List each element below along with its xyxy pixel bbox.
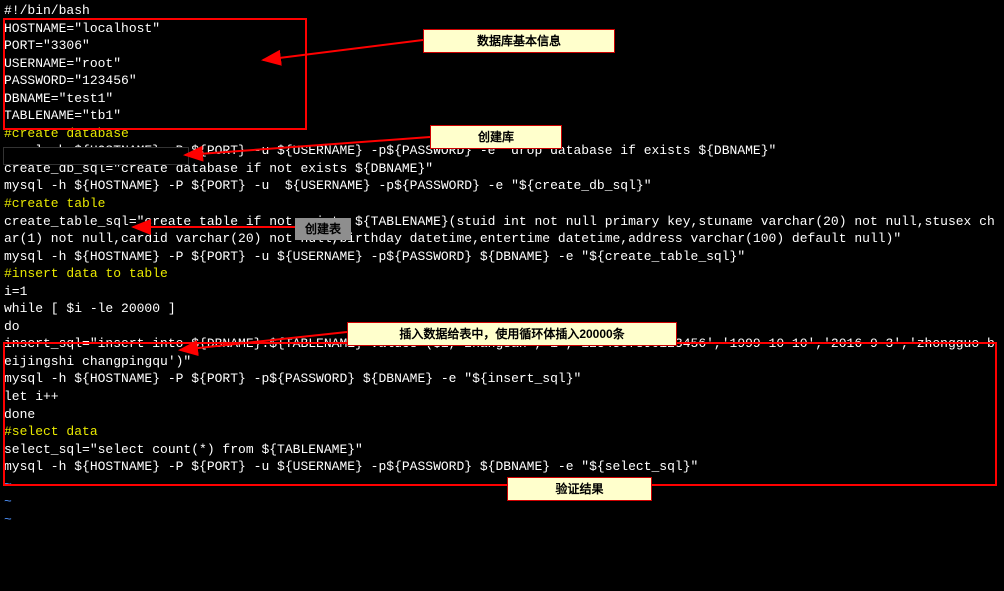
code-line: USERNAME="root" [4, 55, 1000, 73]
callout-createtable: 创建表 [295, 218, 351, 240]
code-comment: #insert data to table [4, 265, 1000, 283]
code-line: create_table_sql="create table if not ex… [4, 213, 1000, 248]
vim-tilde: ~ [4, 493, 1000, 511]
callout-insert: 插入数据给表中，使用循环体插入20000条 [347, 322, 677, 346]
code-line: PASSWORD="123456" [4, 72, 1000, 90]
code-line: let i++ [4, 388, 1000, 406]
code-line: select_sql="select count(*) from ${TABLE… [4, 441, 1000, 459]
code-line: mysql -h ${HOSTNAME} -P ${PORT} -u ${USE… [4, 458, 1000, 476]
callout-dbinfo: 数据库基本信息 [423, 29, 615, 53]
code-comment: #create table [4, 195, 1000, 213]
code-line: while [ $i -le 20000 ] [4, 300, 1000, 318]
code-line: #!/bin/bash [4, 2, 1000, 20]
vim-tilde: ~ [4, 476, 1000, 494]
code-editor: #!/bin/bash HOSTNAME="localhost" PORT="3… [0, 0, 1004, 530]
code-line: done [4, 406, 1000, 424]
code-line: mysql -h ${HOSTNAME} -P ${PORT} -u ${USE… [4, 248, 1000, 266]
code-line: DBNAME="test1" [4, 90, 1000, 108]
callout-createdb: 创建库 [430, 125, 562, 149]
vim-tilde: ~ [4, 511, 1000, 529]
code-line: mysql -h ${HOSTNAME} -P ${PORT} -p${PASS… [4, 370, 1000, 388]
code-line: mysql -h ${HOSTNAME} -P ${PORT} -u ${USE… [4, 177, 1000, 195]
highlight-bar [3, 147, 189, 165]
code-line: i=1 [4, 283, 1000, 301]
code-line: TABLENAME="tb1" [4, 107, 1000, 125]
code-comment: #select data [4, 423, 1000, 441]
callout-verify: 验证结果 [507, 477, 652, 501]
